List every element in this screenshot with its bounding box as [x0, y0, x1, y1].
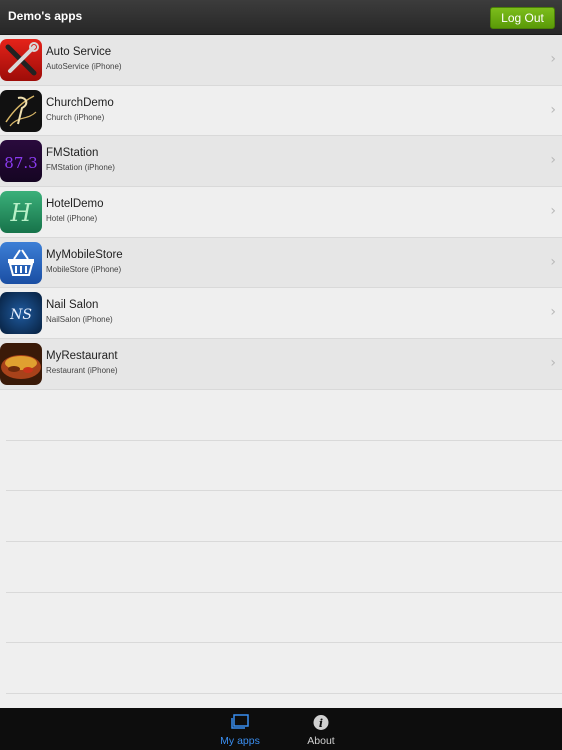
chevron-right-icon: ›: [550, 304, 556, 321]
hotel-logo-icon: H: [0, 191, 42, 234]
app-name: ChurchDemo: [46, 96, 114, 109]
app-subtitle: NailSalon (iPhone): [46, 315, 113, 325]
navigation-bar: Demo's apps Log Out: [0, 0, 562, 35]
my-apps-icon: [231, 714, 249, 729]
church-logo-icon: [0, 89, 42, 132]
app-name: FMStation: [46, 147, 99, 160]
tools-icon: [0, 39, 42, 81]
app-name: Auto Service: [46, 46, 112, 58]
empty-list-row: [6, 491, 562, 542]
app-subtitle: Hotel (iPhone): [46, 214, 98, 224]
app-subtitle: Church (iPhone): [46, 112, 105, 122]
nail-salon-logo-icon: NS: [0, 292, 42, 335]
svg-text:i: i: [319, 717, 323, 730]
tab-label: About: [307, 735, 335, 747]
fm-station-icon: 87.3: [0, 140, 42, 183]
app-name: Nail Salon: [46, 299, 99, 312]
shopping-basket-icon: [0, 241, 42, 284]
app-subtitle: AutoService (iPhone): [46, 62, 122, 71]
app-row-auto-service[interactable]: Auto Service AutoService (iPhone) ›: [0, 35, 562, 86]
chevron-right-icon: ›: [550, 51, 556, 67]
app-row-church-demo[interactable]: ChurchDemo Church (iPhone) ›: [0, 85, 562, 137]
app-row-my-restaurant[interactable]: MyRestaurant Restaurant (iPhone) ›: [0, 339, 562, 390]
empty-list-row: [6, 390, 562, 441]
app-name: MyRestaurant: [46, 350, 118, 363]
tab-bar: My apps i About: [0, 708, 562, 750]
chevron-right-icon: ›: [550, 253, 556, 270]
app-name: HotelDemo: [46, 198, 104, 211]
fm-station-icon-text: 87.3: [4, 154, 37, 172]
apps-list: Auto Service AutoService (iPhone) › Chur…: [0, 35, 562, 694]
page-title: Demo's apps: [8, 9, 83, 23]
tab-my-apps[interactable]: My apps: [210, 708, 270, 750]
app-row-nail-salon[interactable]: NS Nail Salon NailSalon (iPhone) ›: [0, 288, 562, 340]
log-out-button[interactable]: Log Out: [490, 7, 555, 29]
tab-label: My apps: [220, 735, 260, 747]
empty-list-row: [6, 643, 562, 694]
empty-list-row: [6, 542, 562, 593]
app-row-fm-station[interactable]: 87.3 FMStation FMStation (iPhone) ›: [0, 136, 562, 188]
app-name: MyMobileStore: [46, 248, 123, 261]
nail-salon-logo-text: NS: [9, 307, 32, 323]
hotel-logo-text: H: [10, 199, 33, 227]
app-row-my-mobile-store[interactable]: MyMobileStore MobileStore (iPhone) ›: [0, 237, 562, 289]
restaurant-food-icon: [0, 343, 42, 386]
empty-list-row: [6, 593, 562, 644]
app-subtitle: FMStation (iPhone): [46, 163, 115, 173]
app-subtitle: Restaurant (iPhone): [46, 366, 118, 376]
tab-about[interactable]: i About: [291, 708, 351, 750]
info-icon: i: [313, 715, 329, 730]
chevron-right-icon: ›: [550, 355, 556, 372]
empty-list-row: [6, 441, 562, 492]
chevron-right-icon: ›: [550, 203, 556, 220]
app-subtitle: MobileStore (iPhone): [46, 264, 122, 274]
chevron-right-icon: ›: [550, 101, 556, 118]
chevron-right-icon: ›: [550, 152, 556, 169]
app-row-hotel-demo[interactable]: H HotelDemo Hotel (iPhone) ›: [0, 187, 562, 238]
